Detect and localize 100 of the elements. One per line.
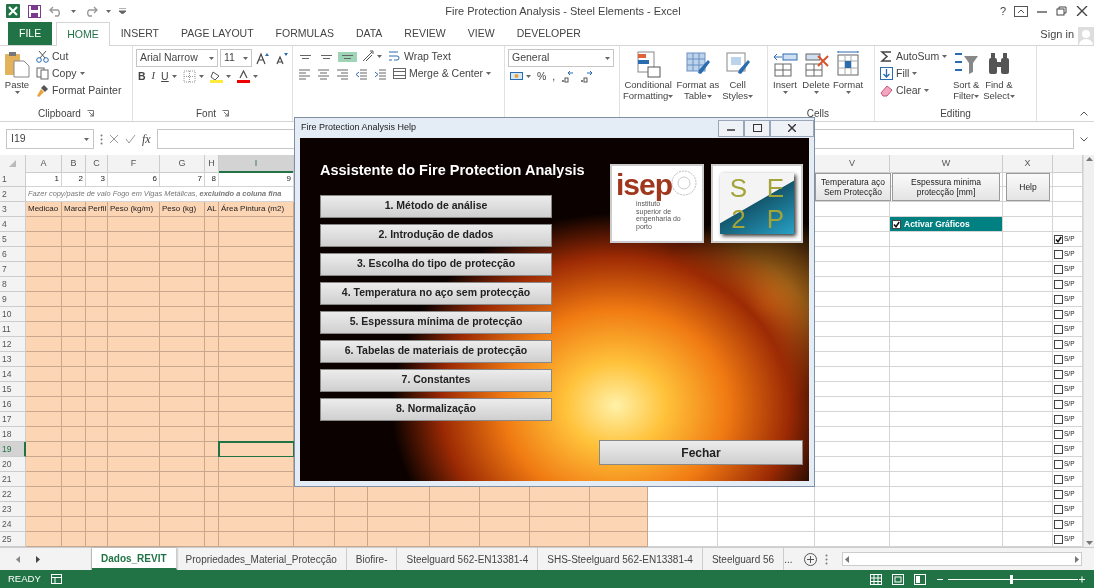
delete-cells-button[interactable]: Delete <box>802 49 830 106</box>
empty-cell[interactable] <box>890 262 1003 277</box>
empty-cell[interactable] <box>1003 517 1053 532</box>
empty-cell[interactable] <box>1003 367 1053 382</box>
column-letter[interactable]: A <box>26 155 62 173</box>
selected-cell[interactable] <box>219 442 294 457</box>
macro-record-icon[interactable] <box>50 574 62 584</box>
insert-cells-button[interactable]: Insert <box>771 49 799 106</box>
row-number[interactable]: 19 <box>0 442 26 457</box>
column-letter[interactable]: G <box>160 155 205 173</box>
maximize-button[interactable] <box>744 119 770 137</box>
empty-cell[interactable] <box>890 367 1003 382</box>
cut-button[interactable]: Cut <box>34 49 124 64</box>
spreadsheet-app-icon[interactable] <box>6 4 20 18</box>
empty-cell[interactable] <box>718 502 815 517</box>
empty-cell[interactable] <box>890 277 1003 292</box>
help-topic-button[interactable]: 6. Tabelas de materiais de protecção <box>320 339 552 363</box>
checkbox[interactable] <box>1054 399 1063 409</box>
row-number[interactable]: 15 <box>0 382 26 397</box>
italic-button[interactable]: I <box>149 69 158 84</box>
percent-style-button[interactable]: % <box>535 69 549 84</box>
checkbox[interactable] <box>1054 504 1063 514</box>
scroll-up-icon[interactable] <box>1085 157 1093 161</box>
undo-icon[interactable] <box>49 5 63 17</box>
clear-button[interactable]: Clear <box>878 83 950 98</box>
cell-value[interactable]: 2 <box>62 172 86 187</box>
row-number[interactable]: 14 <box>0 367 26 382</box>
empty-cell[interactable] <box>890 502 1003 517</box>
empty-cell[interactable] <box>890 412 1003 427</box>
checkbox[interactable] <box>1054 264 1063 274</box>
dialog-launcher-icon[interactable] <box>222 110 229 117</box>
empty-cell[interactable] <box>1003 292 1053 307</box>
cell-value[interactable]: 8 <box>205 172 219 187</box>
help-button[interactable]: Help <box>1006 173 1050 201</box>
cell-value[interactable]: 6 <box>108 172 160 187</box>
copy-button[interactable]: Copy <box>34 66 124 81</box>
next-sheet-icon[interactable] <box>36 555 40 563</box>
checkbox[interactable] <box>1054 519 1063 529</box>
empty-cell[interactable] <box>890 382 1003 397</box>
more-sheets-button[interactable]: ... <box>784 548 802 570</box>
empty-cell[interactable] <box>1003 202 1053 217</box>
wrap-text-button[interactable]: Wrap Text <box>386 49 453 64</box>
close-button[interactable] <box>770 119 814 137</box>
help-topic-button[interactable]: 5. Espessura mínima de protecção <box>320 310 552 334</box>
column-title[interactable]: Marca <box>62 202 86 217</box>
row-number[interactable]: 18 <box>0 427 26 442</box>
save-icon[interactable] <box>28 4 41 18</box>
column-letter[interactable]: X <box>1003 155 1053 173</box>
checkbox[interactable] <box>1054 489 1063 499</box>
increase-font-size-button[interactable] <box>254 50 271 66</box>
column-title[interactable]: Peso (kg/m) <box>108 202 160 217</box>
empty-cell[interactable] <box>890 232 1003 247</box>
file-tab[interactable]: FILE <box>8 22 53 45</box>
column-letter[interactable]: W <box>890 155 1003 173</box>
empty-cell[interactable] <box>1003 457 1053 472</box>
row-number[interactable]: 11 <box>0 322 26 337</box>
close-dialog-button[interactable]: Fechar <box>599 440 803 465</box>
empty-cell[interactable] <box>890 517 1003 532</box>
checkbox[interactable] <box>1054 294 1063 304</box>
collapse-ribbon-icon[interactable] <box>1080 111 1088 116</box>
add-sheet-icon[interactable] <box>803 552 817 566</box>
empty-cell[interactable] <box>890 337 1003 352</box>
column-letter[interactable]: B <box>62 155 86 173</box>
sign-in-link[interactable]: Sign in <box>1040 25 1074 42</box>
empty-cell[interactable] <box>890 322 1003 337</box>
vertical-scrollbar[interactable] <box>1083 155 1094 547</box>
comma-style-button[interactable]: , <box>550 69 558 84</box>
column-letter[interactable]: H <box>205 155 219 173</box>
checkbox[interactable] <box>1054 429 1063 439</box>
column-letter[interactable]: C <box>86 155 108 173</box>
empty-cell[interactable] <box>890 487 1003 502</box>
empty-cell[interactable] <box>1003 397 1053 412</box>
checkbox[interactable] <box>1054 444 1063 454</box>
paste-button[interactable]: Paste <box>3 49 31 106</box>
row-number[interactable]: 20 <box>0 457 26 472</box>
checkbox[interactable] <box>1054 309 1063 319</box>
cell-value[interactable]: 1 <box>26 172 62 187</box>
empty-cell[interactable] <box>815 502 890 517</box>
help-topic-button[interactable]: 8. Normalização <box>320 397 552 421</box>
empty-cell[interactable] <box>890 397 1003 412</box>
page-break-view-icon[interactable] <box>914 573 926 585</box>
row-number[interactable]: 12 <box>0 337 26 352</box>
column-title[interactable]: Perfil <box>86 202 108 217</box>
select-all-icon[interactable] <box>9 160 16 168</box>
format-as-table-button[interactable]: Format as Table <box>676 49 720 106</box>
previous-sheet-icon[interactable] <box>16 555 20 563</box>
empty-cell[interactable] <box>815 487 890 502</box>
enter-check-icon[interactable] <box>125 134 136 144</box>
checkbox[interactable] <box>1054 474 1063 484</box>
empty-cell[interactable] <box>1003 337 1053 352</box>
fill-color-button[interactable] <box>207 69 233 84</box>
ribbon-tab[interactable]: DEVELOPER <box>505 22 592 45</box>
empty-cell[interactable] <box>718 517 815 532</box>
column-title[interactable]: Peso (kg) <box>160 202 205 217</box>
checkbox[interactable] <box>892 219 901 229</box>
empty-cell[interactable] <box>890 247 1003 262</box>
row-number[interactable]: 5 <box>0 232 26 247</box>
empty-cell[interactable] <box>1003 232 1053 247</box>
minimize-button[interactable] <box>718 119 744 137</box>
empty-cell[interactable] <box>1003 382 1053 397</box>
